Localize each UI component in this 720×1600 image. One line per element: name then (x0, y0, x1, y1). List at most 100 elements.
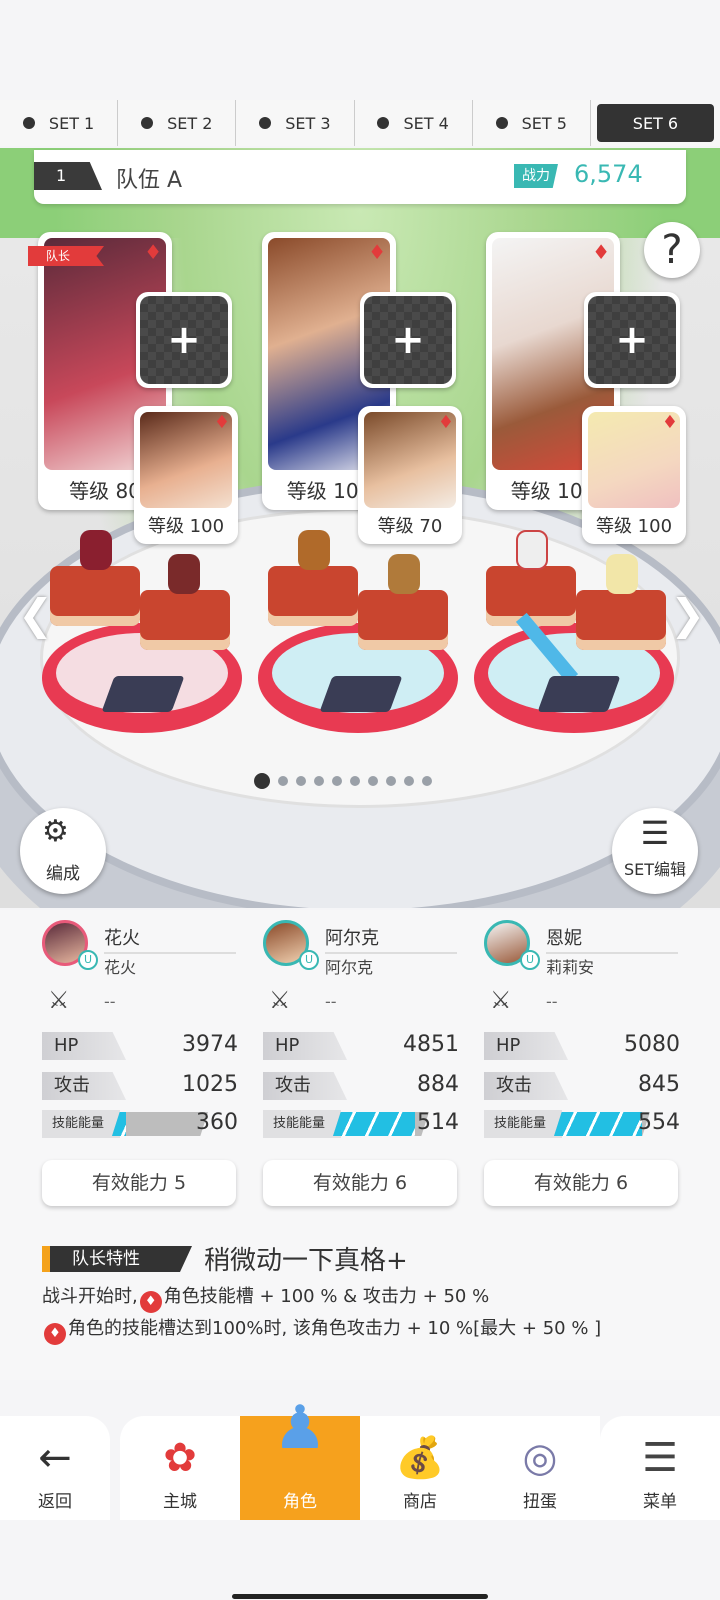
help-icon: ? (661, 227, 683, 273)
team-name[interactable]: 队伍 A (116, 162, 182, 194)
sub-character-card-3[interactable]: ♦ 等级 100 (582, 406, 686, 544)
nav-label: 扭蛋 (523, 1492, 557, 1512)
tab-set-6[interactable]: SET 6 (596, 104, 715, 142)
nav-castle[interactable]: ✿ 主城 (120, 1416, 240, 1520)
effective-ability-button[interactable]: 有效能力 6 (484, 1160, 678, 1206)
character-sprite[interactable] (168, 554, 200, 594)
help-button[interactable]: ? (644, 222, 700, 278)
gem-icon (319, 676, 403, 712)
tab-label: SET 1 (48, 113, 95, 133)
upgrade-badge-icon: U (78, 950, 98, 970)
dot-icon (495, 117, 508, 129)
weapon-icon: ⚔ (490, 986, 512, 1014)
nav-label: 主城 (163, 1492, 197, 1512)
add-equipment-icon: + (391, 317, 425, 363)
formation-label: 编成 (46, 864, 80, 884)
page-dot[interactable] (254, 773, 270, 789)
nav-label: 返回 (38, 1492, 72, 1512)
weapon-icon: ⚔ (269, 986, 291, 1014)
leader-skill-title: 稍微动一下真格+ (204, 1246, 408, 1276)
effective-ability-button[interactable]: 有效能力 5 (42, 1160, 236, 1206)
nav-gacha[interactable]: ◎ 扭蛋 (480, 1416, 600, 1520)
page-dot[interactable] (314, 776, 324, 786)
set-edit-button[interactable]: ☰ SET编辑 (612, 808, 698, 894)
diamond-suit-icon: ♦ (368, 240, 386, 264)
pedestal (268, 566, 358, 626)
page-dot[interactable] (368, 776, 378, 786)
diamond-suit-icon: ♦ (139, 1291, 162, 1313)
page-dot[interactable] (278, 776, 288, 786)
gacha-icon: ◎ (522, 1435, 558, 1481)
energy-bar-fill (554, 1112, 643, 1136)
set-edit-label: SET编辑 (623, 860, 687, 879)
add-equipment-icon: + (615, 317, 649, 363)
page-dot[interactable] (350, 776, 360, 786)
hp-stat: HP 3974 (42, 1032, 238, 1060)
nav-shop[interactable]: 💰 商店 (360, 1416, 480, 1520)
sub-character-card-2[interactable]: ♦ 等级 70 (358, 406, 462, 544)
shop-icon: 💰 (395, 1435, 445, 1481)
tab-set-3[interactable]: SET 3 (236, 100, 355, 146)
prev-arrow-icon[interactable]: ❮ (18, 590, 53, 639)
tab-set-2[interactable]: SET 2 (118, 100, 237, 146)
formation-button[interactable]: ⚙ 编成 (20, 808, 106, 894)
next-arrow-icon[interactable]: ❯ (670, 590, 705, 639)
team-power: 6,574 (574, 160, 643, 188)
character-sprite[interactable] (516, 530, 548, 570)
character-sprite[interactable] (80, 530, 112, 570)
equip-slot-1[interactable]: + (136, 292, 232, 388)
character-sprite[interactable] (298, 530, 330, 570)
sub-character-card-1[interactable]: ♦ 等级 100 (134, 406, 238, 544)
castle-icon: ✿ (163, 1435, 197, 1481)
page-dot[interactable] (296, 776, 306, 786)
attack-stat: 攻击 1025 (42, 1072, 238, 1100)
pedestal (576, 590, 666, 650)
leader-skill-line-1: 战斗开始时, ♦ 角色技能槽 + 100 % & 攻击力 + 50 % (42, 1282, 489, 1313)
character-sprite[interactable] (606, 554, 638, 594)
tab-set-5[interactable]: SET 5 (473, 100, 591, 146)
tab-set-4[interactable]: SET 4 (355, 100, 473, 146)
page-dot[interactable] (332, 776, 342, 786)
tab-label: SET 5 (521, 113, 567, 133)
home-indicator[interactable] (232, 1594, 488, 1599)
pedestal (486, 566, 576, 626)
page-dot[interactable] (422, 776, 432, 786)
nav-menu[interactable]: ☰ 菜单 (600, 1416, 720, 1520)
equip-slot-2[interactable]: + (360, 292, 456, 388)
character-sprite[interactable] (388, 554, 420, 594)
bottom-nav: ← 返回 ✿ 主城 ♟ 角色 💰 商店 ◎ 扭蛋 ☰ 菜单 (0, 1393, 720, 1520)
gem-icon (101, 676, 185, 712)
tab-label: SET 6 (632, 113, 679, 133)
character-icon: ♟ (273, 1393, 327, 1463)
upgrade-badge-icon: U (520, 950, 540, 970)
character-variant: 花火 (104, 958, 137, 977)
diamond-suit-icon: ♦ (144, 240, 162, 264)
character-level: 等级 100 (595, 516, 673, 537)
character-level: 等级 100 (147, 516, 225, 537)
dot-icon (259, 117, 272, 129)
team-number: 1 (34, 162, 102, 190)
diamond-suit-icon: ♦ (44, 1323, 66, 1345)
diamond-suit-icon: ♦ (661, 412, 678, 433)
effective-ability-button[interactable]: 有效能力 6 (263, 1160, 457, 1206)
upgrade-badge-icon: U (299, 950, 319, 970)
diamond-suit-icon: ♦ (592, 240, 610, 264)
page-indicator (254, 773, 432, 789)
energy-bar-fill (333, 1112, 415, 1136)
attack-stat: 攻击 845 (484, 1072, 680, 1100)
pedestal (50, 566, 140, 626)
nav-back[interactable]: ← 返回 (0, 1416, 110, 1520)
dot-icon (377, 117, 390, 129)
page-dot[interactable] (386, 776, 396, 786)
nav-label: 角色 (283, 1492, 317, 1512)
dot-icon (22, 117, 35, 129)
gem-icon (537, 676, 621, 712)
tab-set-1[interactable]: SET 1 (0, 100, 119, 146)
attack-stat: 攻击 884 (263, 1072, 459, 1100)
tab-label: SET 4 (403, 113, 449, 133)
page-dot[interactable] (404, 776, 414, 786)
character-level: 等级 70 (377, 516, 443, 537)
equip-slot-3[interactable]: + (584, 292, 680, 388)
hp-stat: HP 5080 (484, 1032, 680, 1060)
nav-character[interactable]: ♟ 角色 (240, 1393, 360, 1520)
